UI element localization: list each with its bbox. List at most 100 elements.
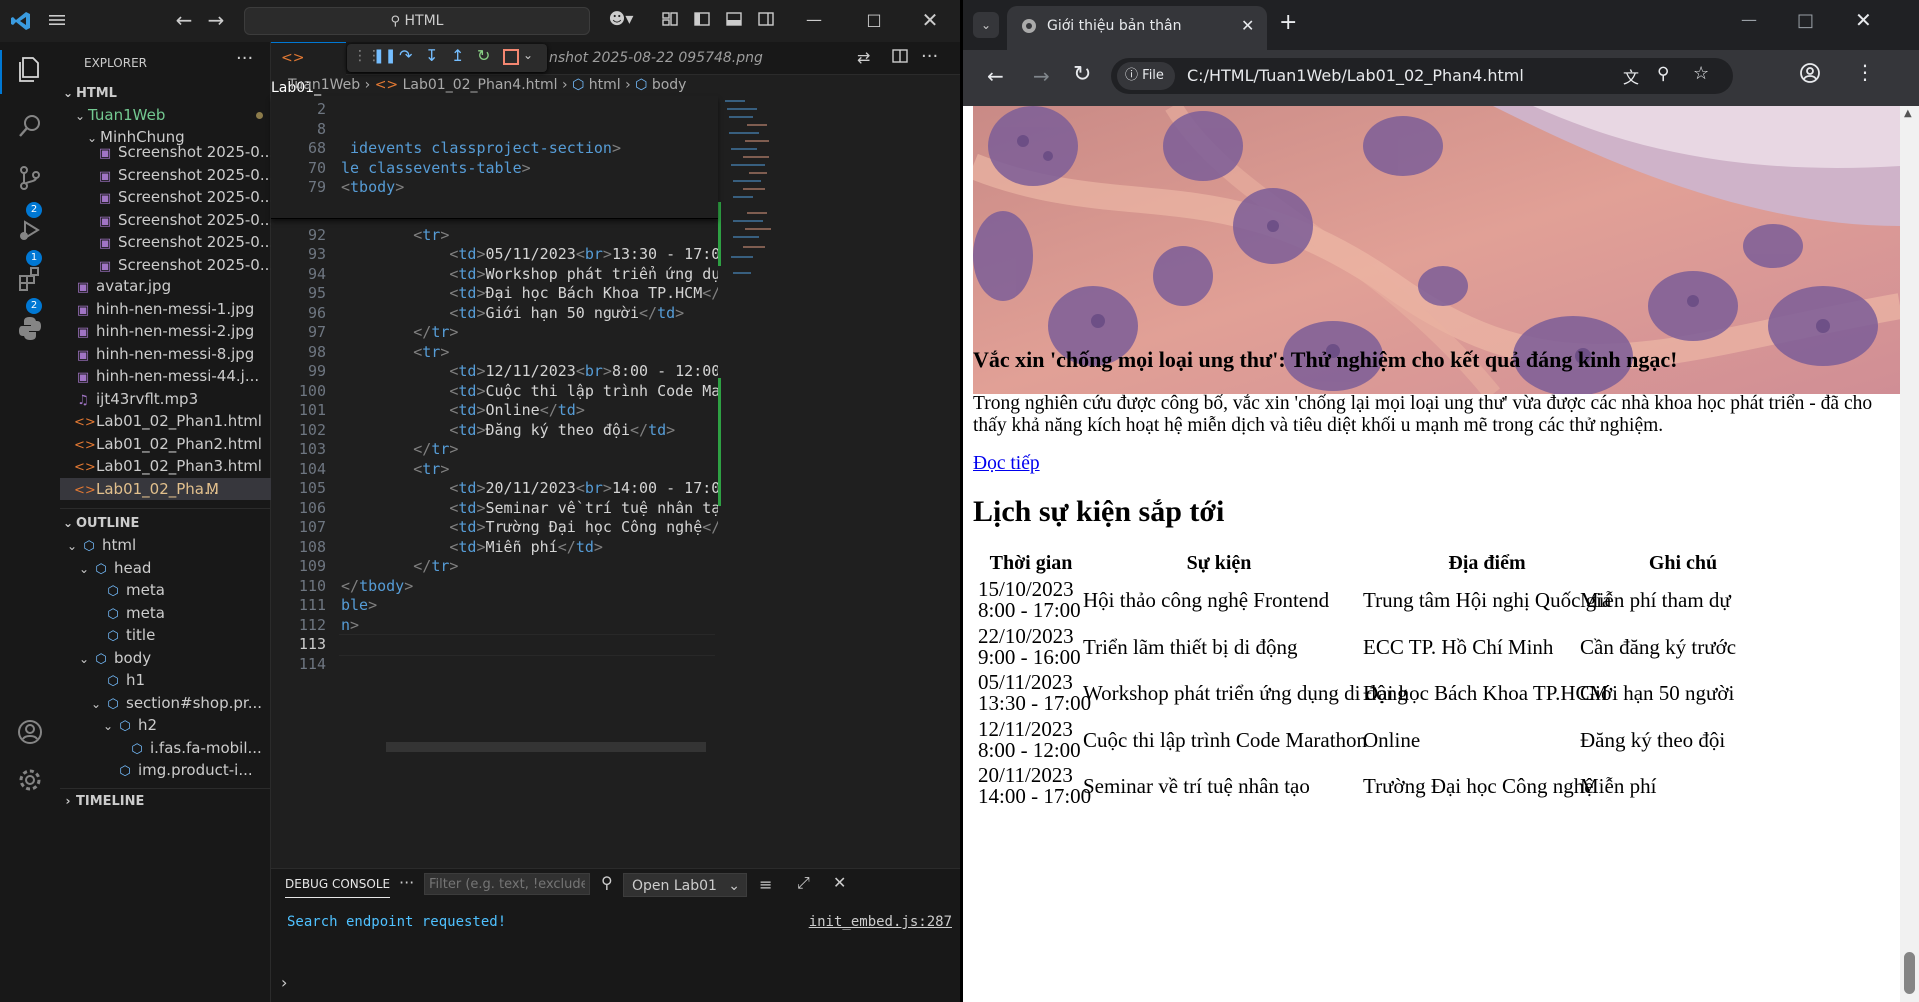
browser-tab-active[interactable]: Giới thiệu bản thân ✕ (1007, 6, 1267, 50)
forward-arrow-icon[interactable]: → (1033, 64, 1050, 88)
source-control-icon[interactable] (12, 164, 48, 200)
maximize-panel-icon[interactable]: ⤢ (797, 873, 810, 893)
site-info-chip[interactable]: ⓘ File (1117, 62, 1175, 90)
file-item[interactable]: ▣ hinh-nen-messi-44.j... (60, 365, 284, 387)
copilot-icon[interactable]: ☻▾ (604, 9, 638, 31)
clear-console-icon[interactable]: ≡ (759, 875, 772, 894)
editor-tab-active[interactable]: <> Lab01_ (271, 42, 346, 96)
stop-icon[interactable] (503, 49, 519, 65)
code-line[interactable]: <td>20/11/2023<br>14:00 - 17:00</td> (341, 479, 718, 498)
code-line[interactable]: <tr> (341, 460, 449, 479)
code-line[interactable]: <tr> (341, 343, 449, 362)
settings-gear-icon[interactable] (12, 766, 48, 802)
file-item[interactable]: ▣ Screenshot 2025-0... (60, 186, 306, 208)
more-actions-icon[interactable]: ··· (399, 873, 414, 892)
code-line[interactable]: </tr> (341, 440, 458, 459)
sticky-line[interactable]: idevents classproject-section> (341, 139, 621, 158)
code-line[interactable]: <td>Seminar về trí tuệ nhân tạo</td> (341, 499, 718, 518)
outline-item[interactable]: ⌄ ⬡ section#shop.pr... (60, 692, 298, 714)
bookmark-star-icon[interactable]: ☆ (1693, 63, 1709, 84)
profile-icon[interactable] (1799, 62, 1821, 84)
file-item[interactable]: ▣ hinh-nen-messi-1.jpg (60, 298, 284, 320)
code-line[interactable]: </tr> (341, 557, 458, 576)
close-panel-icon[interactable]: ✕ (833, 873, 846, 892)
breadcrumb-item[interactable]: html (589, 77, 621, 93)
file-item[interactable]: <>Lab01_02_Phan2.html (60, 433, 284, 455)
outline-item[interactable]: ⌄ ⬡ html (60, 534, 274, 556)
file-item[interactable]: ♫ ijt43rvflt.mp3 (60, 388, 284, 410)
file-item[interactable]: ▣ avatar.jpg (60, 275, 284, 297)
horizontal-scrollbar[interactable] (386, 742, 706, 752)
read-more-link[interactable]: Đọc tiếp (973, 453, 1040, 475)
layout-customize-icon[interactable] (660, 10, 680, 30)
console-select[interactable]: Open Lab01 ⌄ (623, 873, 747, 897)
minimize-icon[interactable]: — (1741, 10, 1757, 29)
code-line[interactable]: ble> (341, 596, 377, 615)
file-item[interactable]: <>Lab01_02_Pha... M (60, 477, 284, 500)
step-into-icon[interactable]: ↧ (425, 46, 438, 65)
run-debug-icon[interactable] (12, 216, 48, 252)
outline-item[interactable]: ⬡ meta (60, 602, 298, 624)
code-line[interactable]: <td>Đăng ký theo đội</td> (341, 421, 675, 440)
zoom-icon[interactable]: ⚲ (1657, 64, 1669, 84)
code-line[interactable]: <tr> (341, 226, 449, 245)
file-item[interactable]: ▣ Screenshot 2025-0... (60, 231, 306, 253)
code-line[interactable]: <td>Workshop phát triển ứng dụng di động… (341, 265, 718, 284)
compare-changes-icon[interactable]: ⇄ (857, 48, 870, 67)
more-actions-icon[interactable]: ··· (236, 48, 253, 69)
code-line[interactable]: n> (341, 616, 359, 635)
file-item[interactable]: ▣ Screenshot 2025-0... (60, 141, 306, 163)
outline-item[interactable]: ⌄ ⬡ body (60, 647, 286, 669)
outline-header[interactable]: ⌄ OUTLINE (60, 512, 139, 534)
editor-scrollbar[interactable] (781, 96, 795, 656)
chevron-right-icon[interactable]: › (281, 973, 287, 992)
tab-debug-console[interactable]: DEBUG CONSOLE (285, 877, 391, 898)
tab-search-button[interactable]: ⌄ (973, 12, 999, 38)
menu-icon[interactable] (46, 10, 68, 32)
page-scrollbar[interactable]: ▲ (1900, 106, 1919, 1002)
file-item[interactable]: <>Lab01_02_Phan3.html (60, 455, 284, 477)
file-item[interactable]: ▣ Screenshot 2025-0... (60, 164, 306, 186)
code-line[interactable]: <td>12/11/2023<br>8:00 - 12:00</td> (341, 362, 718, 381)
scroll-thumb[interactable] (1904, 952, 1915, 994)
code-line[interactable]: </tr> (341, 323, 458, 342)
maximize-icon[interactable]: □ (862, 10, 886, 30)
code-line[interactable]: <td>Đại học Bách Khoa TP.HCM</td> (341, 284, 718, 303)
back-arrow-icon[interactable]: ← (172, 8, 196, 32)
code-line[interactable]: </tbody> (341, 577, 413, 596)
accounts-icon[interactable] (12, 718, 48, 754)
minimize-icon[interactable]: — (802, 10, 826, 30)
file-item[interactable]: ▣ hinh-nen-messi-2.jpg (60, 320, 284, 342)
translate-icon[interactable]: 文 (1623, 64, 1639, 88)
workspace-header[interactable]: ⌄ HTML (60, 82, 117, 104)
toggle-sidebar-icon[interactable] (692, 10, 712, 30)
code-line[interactable]: <td>Trường Đại học Công nghệ</td> (341, 518, 718, 537)
breadcrumb-item[interactable]: Lab01_02_Phan4.html (403, 77, 558, 93)
code-line[interactable]: <td>05/11/2023<br>13:30 - 17:00</td> (341, 245, 718, 264)
console-source-link[interactable]: init_embed.js:287 (809, 914, 952, 930)
code-line[interactable]: <td>Online</td> (341, 401, 584, 420)
file-item[interactable]: ▣ Screenshot 2025-0... (60, 209, 306, 231)
code-line[interactable]: <td>Miễn phí</td> (341, 538, 603, 557)
sticky-line[interactable]: le classevents-table> (341, 159, 531, 178)
toggle-secondary-sidebar-icon[interactable] (756, 10, 776, 30)
new-tab-button[interactable]: + (1279, 10, 1297, 35)
folder-tuan1web[interactable]: ⌄ Tuan1Web (60, 104, 282, 126)
explorer-icon[interactable] (12, 54, 48, 90)
step-out-icon[interactable]: ↥ (451, 46, 464, 65)
outline-item[interactable]: ⬡ meta (60, 579, 298, 601)
close-window-icon[interactable]: ✕ (1855, 8, 1872, 32)
sticky-line[interactable]: <tbody> (341, 178, 404, 197)
code-line[interactable]: <td>Cuộc thi lập trình Code Marathon</td… (341, 382, 718, 401)
breadcrumb-item[interactable]: Tuan1Web (288, 77, 360, 93)
editor-tab-inactive[interactable]: nshot 2025-08-22 095748.png (549, 42, 789, 74)
chevron-down-icon[interactable]: ⌄ (523, 48, 533, 62)
step-over-icon[interactable]: ↷ (399, 46, 412, 65)
file-item[interactable]: <>Lab01_02_Phan1.html (60, 410, 284, 432)
outline-item[interactable]: ⌄ ⬡ head (60, 557, 286, 579)
restart-icon[interactable]: ↻ (477, 46, 490, 65)
outline-item[interactable]: ⬡ title (60, 624, 298, 646)
reload-icon[interactable]: ↻ (1073, 62, 1091, 87)
maximize-icon[interactable]: □ (1797, 10, 1814, 31)
code-line[interactable]: <td>Giới hạn 50 người</td> (341, 304, 684, 323)
